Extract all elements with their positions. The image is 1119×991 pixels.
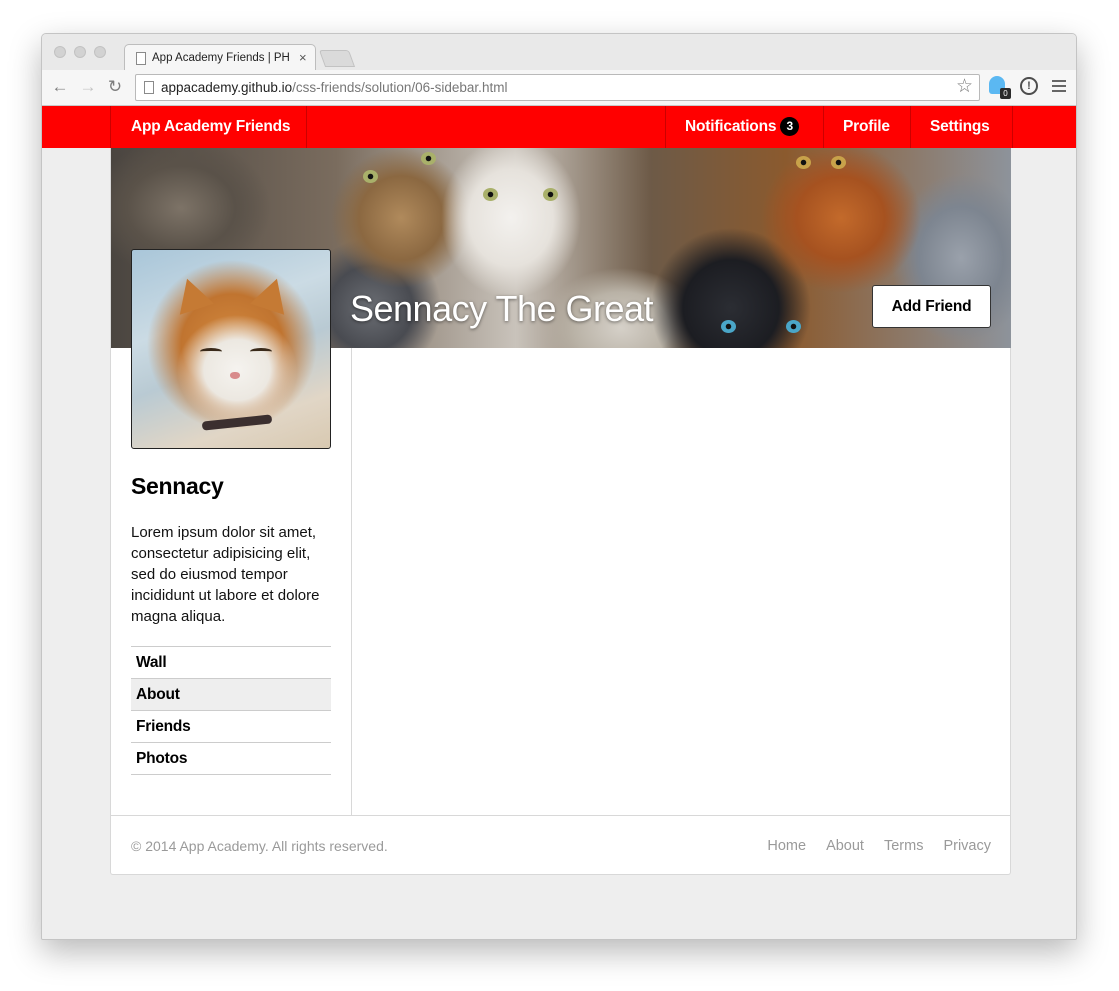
- cat-eye: [363, 170, 378, 183]
- cat-eye: [543, 188, 558, 201]
- tab-strip: App Academy Friends | PH ×: [42, 34, 1076, 72]
- address-bar[interactable]: appacademy.github.io/css-friends/solutio…: [135, 74, 980, 101]
- star-icon[interactable]: ☆: [956, 77, 973, 97]
- tab-title: App Academy Friends | PH: [152, 52, 290, 64]
- nav-settings[interactable]: Settings: [911, 106, 1013, 148]
- info-icon[interactable]: !: [1020, 77, 1038, 95]
- minimize-window-button[interactable]: [74, 46, 86, 58]
- page-viewport: App Academy Friends Notifications 3 Profi…: [42, 106, 1076, 939]
- brand-link[interactable]: App Academy Friends: [110, 106, 307, 148]
- sidebar-item-about[interactable]: About: [131, 679, 331, 711]
- cat-eye: [796, 156, 811, 169]
- profile-bio: Lorem ipsum dolor sit amet, consectetur …: [131, 524, 320, 625]
- notification-count-badge: 3: [780, 117, 800, 136]
- browser-window: App Academy Friends | PH × ← → ↻ appacad…: [41, 33, 1077, 940]
- sidebar-item-friends[interactable]: Friends: [131, 711, 331, 743]
- reload-icon[interactable]: ↻: [105, 77, 125, 97]
- forward-arrow-icon[interactable]: →: [78, 77, 98, 97]
- profile-name: Sennacy: [131, 473, 224, 499]
- copyright-text: © 2014 App Academy. All rights reserved.: [131, 838, 388, 854]
- cat-eye: [721, 320, 736, 333]
- page-icon: [144, 81, 154, 94]
- site-footer: © 2014 App Academy. All rights reserved.…: [111, 815, 1011, 875]
- page-icon: [136, 52, 146, 65]
- footer-link-terms[interactable]: Terms: [884, 838, 923, 854]
- sidebar-item-photos[interactable]: Photos: [131, 743, 331, 775]
- menu-icon[interactable]: [1052, 80, 1066, 95]
- footer-link-about[interactable]: About: [826, 838, 864, 854]
- avatar-collar: [201, 414, 273, 431]
- sidebar-nav: Wall About Friends Photos: [131, 646, 331, 775]
- nav-links: Notifications 3 Profile Settings: [665, 106, 1013, 148]
- footer-link-privacy[interactable]: Privacy: [943, 838, 991, 854]
- browser-tab[interactable]: App Academy Friends | PH ×: [124, 44, 316, 72]
- profile-avatar: [131, 249, 331, 449]
- avatar-ear: [169, 273, 215, 315]
- cover-display-name: Sennacy The Great: [350, 288, 654, 329]
- extension-badge: 0: [1000, 88, 1011, 99]
- nav-notifications-label: Notifications: [685, 118, 777, 135]
- add-friend-button[interactable]: Add Friend: [872, 285, 991, 328]
- back-arrow-icon[interactable]: ←: [50, 77, 70, 97]
- new-tab-button[interactable]: [318, 50, 356, 67]
- profile-container: Sennacy The Great Add Friend Sennacy Lor…: [110, 148, 1011, 875]
- zoom-window-button[interactable]: [94, 46, 106, 58]
- avatar-nose: [230, 372, 240, 379]
- cat-eye: [483, 188, 498, 201]
- close-window-button[interactable]: [54, 46, 66, 58]
- url-text: appacademy.github.io/css-friends/solutio…: [161, 80, 508, 95]
- cat-eye: [786, 320, 801, 333]
- tab-close-icon[interactable]: ×: [299, 50, 307, 65]
- nav-notifications[interactable]: Notifications 3: [666, 106, 824, 148]
- footer-link-home[interactable]: Home: [767, 838, 806, 854]
- avatar-ear: [249, 273, 295, 315]
- nav-profile[interactable]: Profile: [824, 106, 911, 148]
- sidebar-item-wall[interactable]: Wall: [131, 647, 331, 679]
- avatar-eye: [250, 348, 272, 355]
- site-navbar: App Academy Friends Notifications 3 Profi…: [42, 106, 1076, 148]
- browser-toolbar: ← → ↻ appacademy.github.io/css-friends/s…: [42, 70, 1076, 106]
- cat-eye: [421, 152, 436, 165]
- avatar-eye: [200, 348, 222, 355]
- footer-links: Home About Terms Privacy: [767, 838, 991, 854]
- cat-eye: [831, 156, 846, 169]
